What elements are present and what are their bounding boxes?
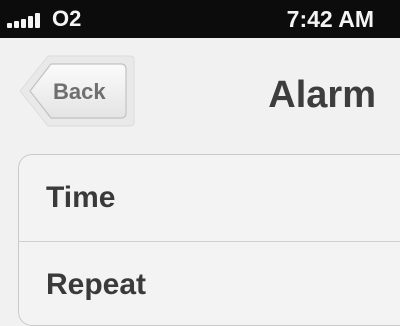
signal-strength-icon	[7, 12, 47, 28]
table-row-repeat[interactable]: Repeat	[19, 242, 400, 325]
settings-table: Time Repeat	[18, 154, 400, 326]
table-row-time[interactable]: Time	[19, 155, 400, 242]
row-label: Time	[46, 181, 116, 214]
row-label: Repeat	[46, 268, 147, 301]
navigation-bar: Back Alarm	[0, 38, 400, 138]
page-title: Alarm	[268, 74, 376, 116]
status-bar: O2 7:42 AM	[0, 0, 400, 38]
back-button-label: Back	[53, 79, 106, 104]
carrier-name: O2	[52, 6, 82, 31]
back-button[interactable]: Back	[18, 52, 136, 130]
status-clock: 7:42 AM	[286, 6, 374, 32]
